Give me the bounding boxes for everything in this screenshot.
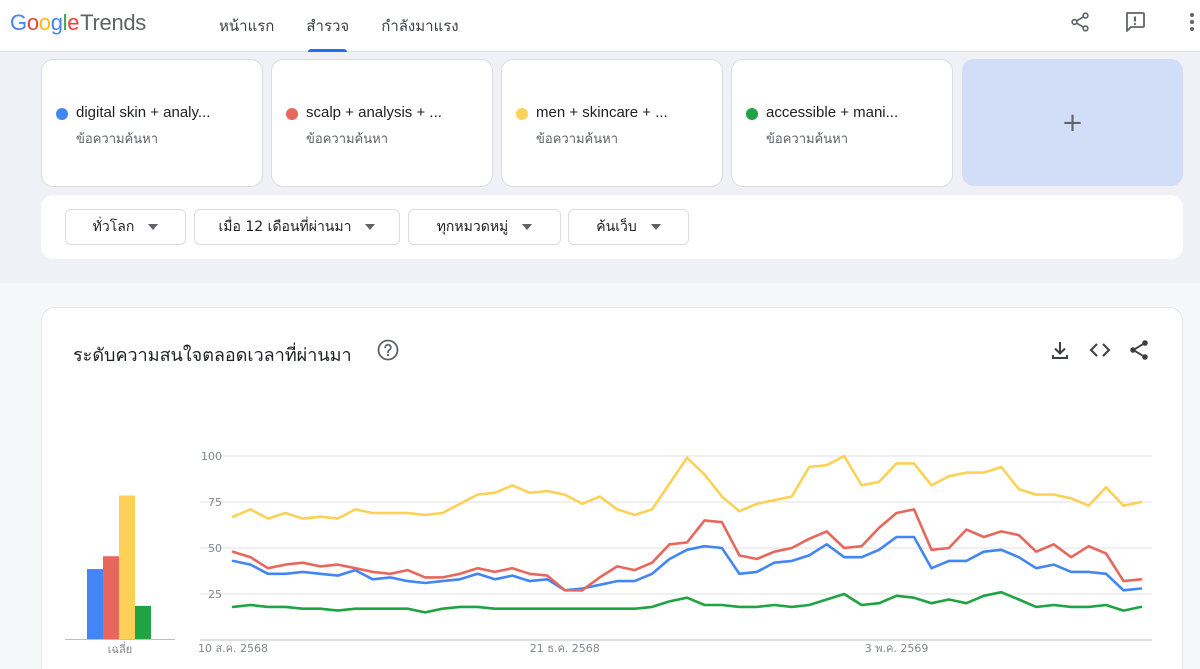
average-label: เฉลี่ย (108, 641, 132, 656)
average-bar (103, 556, 119, 639)
x-tick-label: 21 ธ.ค. 2568 (530, 642, 600, 655)
y-tick-label: 75 (208, 496, 222, 509)
series-line (231, 535, 1143, 592)
series-line (231, 454, 1143, 520)
interest-over-time-chart[interactable]: 100 75 50 25 10 ส.ค. 2568 21 ธ.ค. 2568 3 พ.ค. … (0, 0, 1200, 669)
average-bar (87, 569, 103, 639)
y-tick-label: 50 (208, 542, 222, 555)
x-tick-label: 10 ส.ค. 2568 (198, 642, 268, 655)
average-bar (135, 605, 151, 639)
average-bar (119, 495, 135, 639)
series-line (231, 590, 1143, 614)
x-tick-label: 3 พ.ค. 2569 (865, 642, 929, 655)
y-tick-label: 100 (201, 450, 222, 463)
y-tick-label: 25 (208, 588, 222, 601)
